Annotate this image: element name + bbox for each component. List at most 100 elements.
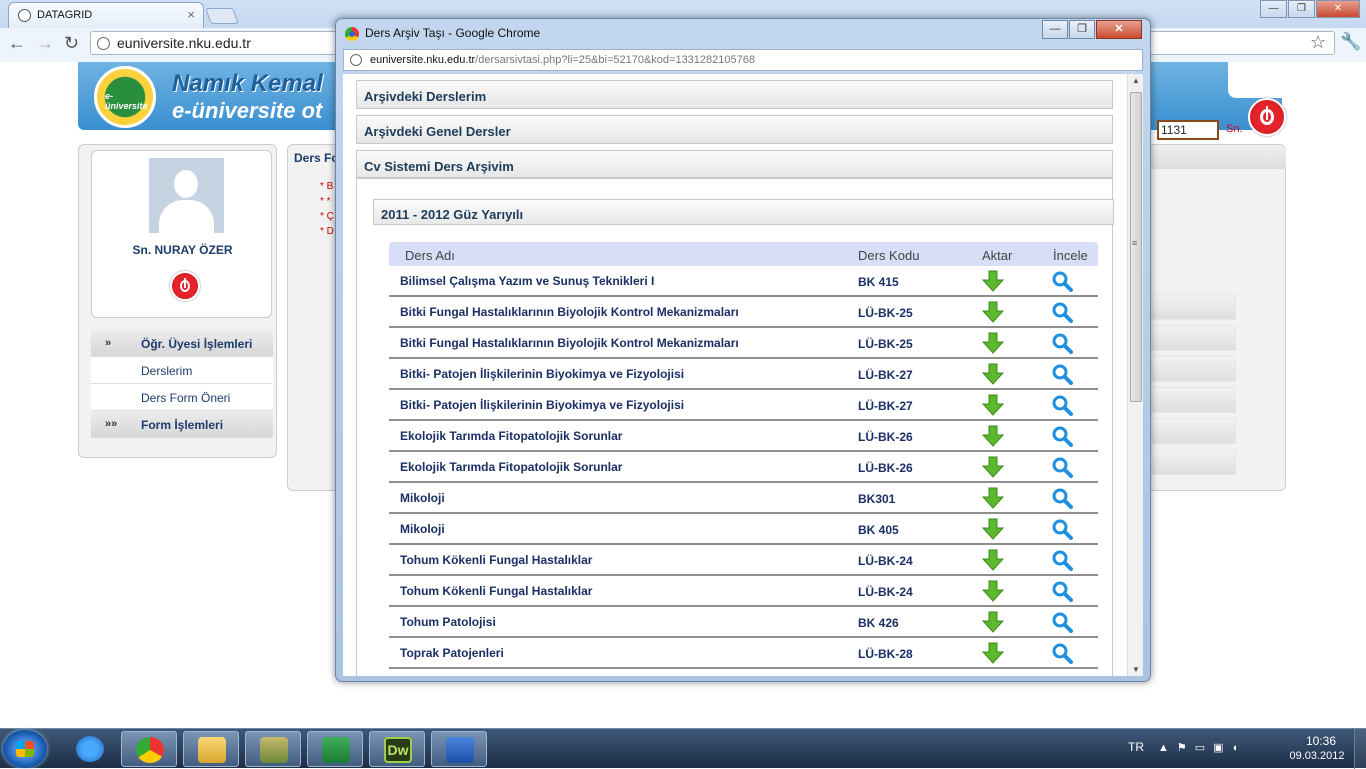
dreamweaver-icon[interactable]: Dw <box>369 731 425 767</box>
wrench-icon[interactable]: 🔧 <box>1340 32 1361 52</box>
download-arrow-icon[interactable] <box>981 394 1005 416</box>
magnifier-icon[interactable] <box>1051 518 1073 540</box>
logout-power-icon[interactable] <box>170 271 200 301</box>
course-name: Bitki Fungal Hastalıklarının Biyolojik K… <box>400 305 739 319</box>
close-icon[interactable]: × <box>187 7 195 22</box>
start-button[interactable] <box>3 730 47 768</box>
minimize-button[interactable]: — <box>1042 20 1068 39</box>
url-text: euniversite.nku.edu.tr/dersarsivtasi.php… <box>370 54 755 66</box>
explorer-icon[interactable] <box>183 731 239 767</box>
maximize-button[interactable]: ❐ <box>1288 0 1315 18</box>
app-icon[interactable] <box>245 731 301 767</box>
magnifier-icon[interactable] <box>1051 394 1073 416</box>
profile-card: Sn. NURAY ÖZER <box>91 150 272 318</box>
section-cv-sistemi-ders-arsivim[interactable]: Cv Sistemi Ders Arşivim <box>356 150 1113 179</box>
download-arrow-icon[interactable] <box>981 363 1005 385</box>
show-desktop-button[interactable] <box>1354 729 1366 769</box>
menu-item-derslerim[interactable]: Derslerim <box>91 357 273 384</box>
note: * * <box>320 196 331 207</box>
section-arsivdeki-derslerim[interactable]: Arşivdeki Derslerim <box>356 80 1113 109</box>
download-arrow-icon[interactable] <box>981 456 1005 478</box>
magnifier-icon[interactable] <box>1051 549 1073 571</box>
course-code: LÜ-BK-28 <box>858 647 913 661</box>
course-name: Mikoloji <box>400 522 445 536</box>
internet-explorer-icon[interactable] <box>62 731 118 767</box>
back-icon[interactable]: ← <box>8 33 26 54</box>
chrome-icon[interactable] <box>121 731 177 767</box>
course-name: Tohum Patolojisi <box>400 615 496 629</box>
magnifier-icon[interactable] <box>1051 580 1073 602</box>
magnifier-icon[interactable] <box>1051 301 1073 323</box>
magnifier-icon[interactable] <box>1051 611 1073 633</box>
menu-item-ders-form-oneri[interactable]: Ders Form Öneri <box>91 384 273 411</box>
menu-label: Derslerim <box>141 364 193 378</box>
download-arrow-icon[interactable] <box>981 270 1005 292</box>
minimize-button[interactable]: — <box>1260 0 1287 18</box>
magnifier-icon[interactable] <box>1051 642 1073 664</box>
course-code: LÜ-BK-25 <box>858 337 913 351</box>
course-name: Ekolojik Tarımda Fitopatolojik Sorunlar <box>400 429 623 443</box>
course-name: Tohum Kökenli Fungal Hastalıklar <box>400 553 593 567</box>
scrollbar-thumb[interactable] <box>1130 92 1142 402</box>
download-arrow-icon[interactable] <box>981 611 1005 633</box>
magnifier-icon[interactable] <box>1051 332 1073 354</box>
vertical-scrollbar[interactable]: ▲ ▼ <box>1127 74 1143 676</box>
table-header: Ders Adı Ders Kodu Aktar İncele <box>389 242 1098 266</box>
download-arrow-icon[interactable] <box>981 425 1005 447</box>
magnifier-icon[interactable] <box>1051 425 1073 447</box>
code-input[interactable]: 1131 <box>1157 120 1219 140</box>
list-item-bar <box>1144 356 1236 382</box>
course-code: BK 415 <box>858 275 899 289</box>
clock-time[interactable]: 10:36 <box>1290 734 1352 748</box>
course-code: LÜ-BK-26 <box>858 430 913 444</box>
download-arrow-icon[interactable] <box>981 580 1005 602</box>
download-arrow-icon[interactable] <box>981 549 1005 571</box>
browser-tab-datagrid[interactable]: DATAGRID × <box>8 2 204 28</box>
excel-icon[interactable] <box>307 731 363 767</box>
magnifier-icon[interactable] <box>1051 363 1073 385</box>
globe-icon <box>18 9 31 22</box>
language-indicator[interactable]: TR <box>1128 740 1144 754</box>
menu-item-ogr-uyesi[interactable]: » Öğr. Üyesi İşlemleri <box>91 330 273 357</box>
magnifier-icon[interactable] <box>1051 270 1073 292</box>
note: * B <box>320 181 334 192</box>
download-arrow-icon[interactable] <box>981 332 1005 354</box>
magnifier-icon[interactable] <box>1051 487 1073 509</box>
chevron-right-icon: »» <box>105 418 118 430</box>
clock-date[interactable]: 09.03.2012 <box>1282 750 1352 762</box>
close-button[interactable]: ✕ <box>1096 20 1142 39</box>
tab-title: DATAGRID <box>37 9 93 21</box>
download-arrow-icon[interactable] <box>981 487 1005 509</box>
bookmark-star-icon[interactable]: ☆ <box>1310 32 1326 53</box>
magnifier-icon[interactable] <box>1051 456 1073 478</box>
side-menu: » Öğr. Üyesi İşlemleri Derslerim Ders For… <box>91 330 273 438</box>
logo-text: e-üniversite <box>105 91 148 111</box>
content-header-bar <box>1148 145 1286 169</box>
brand-line-1: Namık Kemal <box>172 70 323 97</box>
system-tray-icons[interactable]: ▲⚑▭▣◖ <box>1158 741 1246 754</box>
list-item-bar <box>1144 387 1236 413</box>
semester-header[interactable]: 2011 - 2012 Güz Yarıyılı <box>373 199 1114 225</box>
table-row: Bilimsel Çalışma Yazım ve Sunuş Teknikle… <box>389 266 1098 297</box>
table-row: Ekolojik Tarımda Fitopatolojik Sorunlar L… <box>389 421 1098 452</box>
word-icon[interactable] <box>431 731 487 767</box>
column-ders-kodu: Ders Kodu <box>858 248 920 263</box>
section-arsivdeki-genel-dersler[interactable]: Arşivdeki Genel Dersler <box>356 115 1113 144</box>
download-arrow-icon[interactable] <box>981 642 1005 664</box>
popup-address-bar[interactable]: euniversite.nku.edu.tr/dersarsivtasi.php… <box>343 49 1143 71</box>
logout-power-icon[interactable] <box>1248 98 1286 136</box>
scroll-down-icon[interactable]: ▼ <box>1132 665 1140 674</box>
table-row: Mikoloji BK 405 <box>389 514 1098 545</box>
download-arrow-icon[interactable] <box>981 518 1005 540</box>
course-code: LÜ-BK-27 <box>858 368 913 382</box>
download-arrow-icon[interactable] <box>981 301 1005 323</box>
forward-icon[interactable]: → <box>36 33 54 54</box>
close-window-button[interactable]: ✕ <box>1316 0 1360 18</box>
new-tab-button[interactable] <box>205 8 239 24</box>
reload-icon[interactable]: ↻ <box>64 33 79 54</box>
course-code: LÜ-BK-24 <box>858 554 913 568</box>
maximize-button[interactable]: ❐ <box>1069 20 1095 39</box>
scroll-up-icon[interactable]: ▲ <box>1132 76 1140 85</box>
menu-item-form-islemleri[interactable]: »» Form İşlemleri <box>91 411 273 438</box>
course-name: Ekolojik Tarımda Fitopatolojik Sorunlar <box>400 460 623 474</box>
